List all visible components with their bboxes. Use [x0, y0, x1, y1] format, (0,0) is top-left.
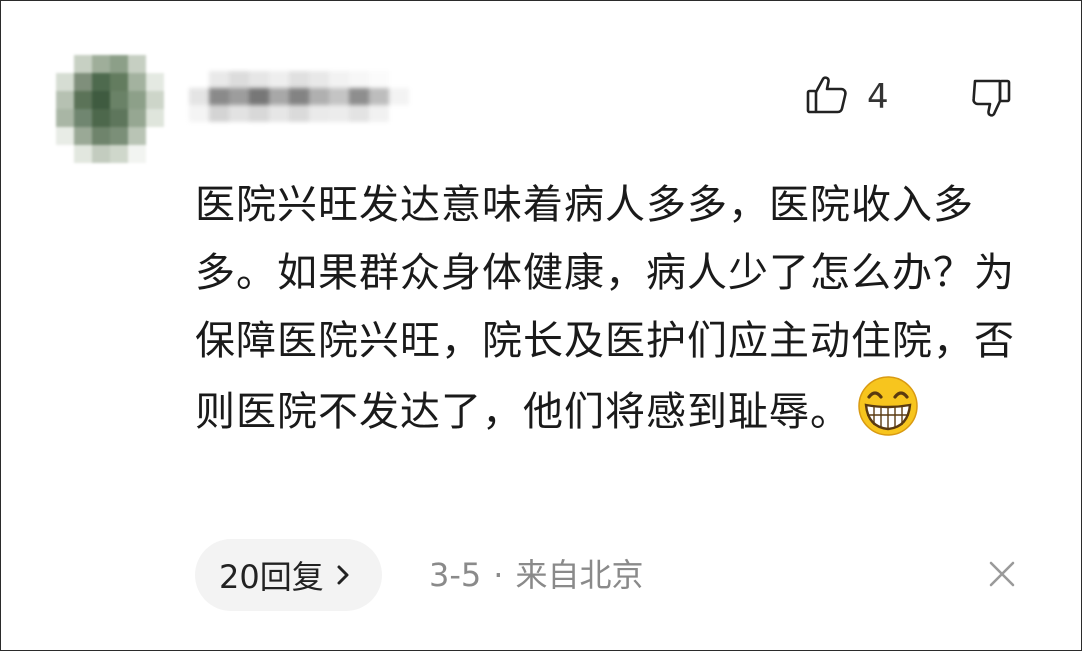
thumbs-down-icon [967, 79, 1015, 125]
avatar[interactable] [56, 55, 164, 163]
replies-button[interactable]: 20回复 [195, 539, 382, 611]
dislike-button[interactable] [967, 73, 1015, 121]
username-redacted[interactable] [189, 71, 409, 123]
close-button[interactable] [985, 557, 1019, 591]
comment-date: 3-5 [429, 556, 482, 594]
comment-location: 来自北京 [515, 556, 644, 594]
comment-card: 4 医院兴旺发达意味着病人多多，医院收入多多。如果群众身体健康，病人少了怎么办？… [0, 0, 1082, 651]
meta-separator: · [493, 556, 504, 594]
thumbs-up-icon [805, 73, 849, 121]
close-icon [985, 561, 1019, 595]
replies-label: 20回复 [219, 558, 324, 596]
grinning-face-emoji-icon [857, 375, 919, 437]
comment-body: 医院兴旺发达意味着病人多多，医院收入多多。如果群众身体健康，病人少了怎么办？为保… [195, 171, 1025, 446]
comment-meta: 3-5 · 来自北京 [429, 554, 643, 596]
chevron-right-icon [334, 561, 352, 589]
like-button[interactable]: 4 [805, 73, 897, 121]
like-count: 4 [867, 77, 889, 117]
